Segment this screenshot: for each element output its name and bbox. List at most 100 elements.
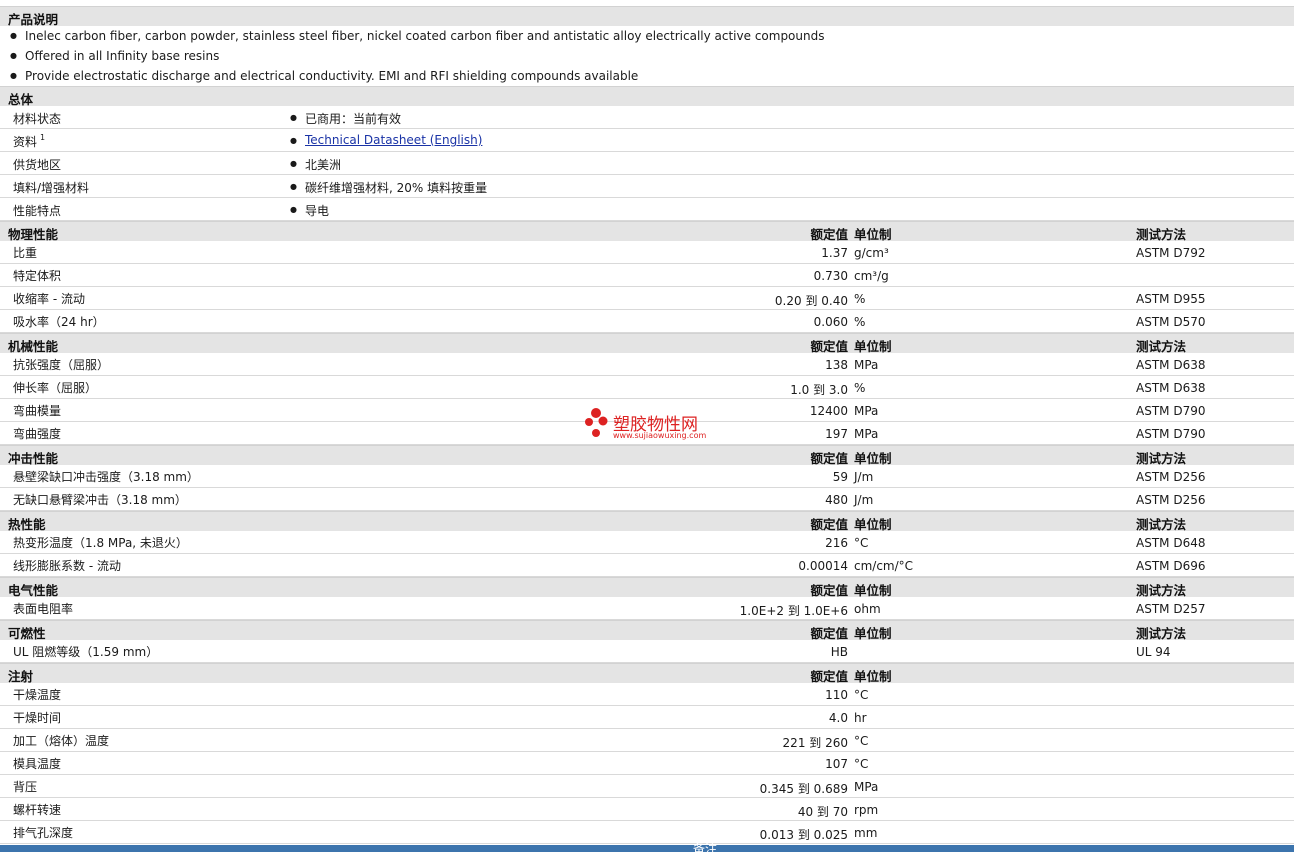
property-value: 0.060 (813, 315, 848, 329)
description-item: ● Offered in all Infinity base resins (0, 46, 1294, 66)
property-test-method: ASTM D790 (1136, 427, 1206, 441)
property-value: 0.00014 (798, 559, 848, 573)
property-test-method: ASTM D696 (1136, 559, 1206, 573)
property-unit: °C (854, 536, 869, 550)
property-label: 特定体积 (13, 269, 62, 283)
property-row: 抗张强度（屈服） 138 MPa ASTM D638 (0, 353, 1294, 376)
property-row: 背压 0.345 到 0.689 MPa (0, 775, 1294, 798)
general-row: 性能特点 ● 导电 (0, 198, 1294, 221)
footer-bar: 备注 (0, 842, 1294, 856)
property-unit: % (854, 381, 866, 395)
property-row: 热变形温度（1.8 MPa, 未退火） 216 °C ASTM D648 (0, 531, 1294, 554)
property-row: 加工（熔体）温度 221 到 260 °C (0, 729, 1294, 752)
property-value: HB (830, 645, 848, 659)
property-value: 1.0E+2 到 1.0E+6 (739, 604, 848, 618)
general-row: 供货地区 ● 北美洲 (0, 152, 1294, 175)
property-test-method: ASTM D648 (1136, 536, 1206, 550)
property-row: 线形膨胀系数 - 流动 0.00014 cm/cm/°C ASTM D696 (0, 554, 1294, 577)
property-unit: cm³/g (854, 269, 889, 283)
property-value: 0.013 到 0.025 (759, 828, 848, 842)
description-item: ● Provide electrostatic discharge and ele… (0, 66, 1294, 86)
property-label: 无缺口悬臂梁冲击（3.18 mm） (13, 493, 187, 507)
property-value: 216 (825, 536, 848, 550)
section-header: 可燃性 额定值 单位制 测试方法 (0, 620, 1294, 641)
description-text: Offered in all Infinity base resins (25, 49, 220, 63)
general-label: 资料 1 (13, 133, 45, 150)
property-unit: °C (854, 688, 869, 702)
general-label-text: 填料/增强材料 (13, 181, 90, 195)
general-list: 材料状态 ● 已商用：当前有效 资料 1 ● Technical Datasheet (En… (0, 106, 1294, 221)
property-test-method: ASTM D570 (1136, 315, 1206, 329)
property-label: 悬壁梁缺口冲击强度（3.18 mm） (13, 470, 199, 484)
property-value: 138 (825, 358, 848, 372)
property-label: 加工（熔体）温度 (13, 734, 110, 748)
property-value: 1.37 (821, 246, 848, 260)
property-unit: cm/cm/°C (854, 559, 914, 573)
property-label: 线形膨胀系数 - 流动 (13, 559, 121, 573)
bullet-icon: ● (10, 51, 17, 60)
property-unit: % (854, 292, 866, 306)
property-row: 吸水率（24 hr） 0.060% ASTM D570 (0, 310, 1294, 333)
property-test-method: ASTM D955 (1136, 292, 1206, 306)
property-label: 排气孔深度 (13, 826, 74, 840)
property-label: 抗张强度（屈服） (13, 358, 110, 372)
bullet-icon: ● (290, 182, 297, 191)
footer-label: 备注 (693, 842, 718, 856)
datasheet-link[interactable]: Technical Datasheet (English) (305, 133, 482, 147)
bullet-icon: ● (10, 71, 17, 80)
property-label: 螺杆转速 (13, 803, 62, 817)
general-label: 材料状态 (13, 110, 61, 127)
property-test-method: ASTM D256 (1136, 493, 1206, 507)
property-test-method: ASTM D792 (1136, 246, 1206, 260)
general-label: 填料/增强材料 (13, 179, 89, 196)
general-label: 供货地区 (13, 156, 61, 173)
property-unit: MPa (854, 427, 879, 441)
property-value: 480 (825, 493, 848, 507)
watermark-logo: 塑胶物性网 www.sujiaowuxing.com (583, 407, 713, 443)
general-value: 北美洲 (305, 158, 342, 172)
footnote-marker: 1 (40, 133, 46, 142)
bullet-icon: ● (290, 159, 297, 168)
property-unit: ohm (854, 602, 881, 616)
property-unit: °C (854, 734, 869, 748)
section-header-product-description: 产品说明 (0, 6, 1294, 27)
property-unit: g/cm³ (854, 246, 889, 260)
property-row: 伸长率（屈服） 1.0 到 3.0% ASTM D638 (0, 376, 1294, 399)
property-label: 收缩率 - 流动 (13, 292, 85, 306)
section-header-general: 总体 (0, 86, 1294, 107)
property-label: UL 阻燃等级（1.59 mm） (13, 645, 159, 659)
general-row: 资料 1 ● Technical Datasheet (English) (0, 129, 1294, 152)
property-row: 螺杆转速 40 到 70 rpm (0, 798, 1294, 821)
property-value: 197 (825, 427, 848, 441)
general-row: 填料/增强材料 ● 碳纤维增强材料, 20% 填料按重量 (0, 175, 1294, 198)
property-label: 热变形温度（1.8 MPa, 未退火） (13, 536, 188, 550)
general-label-text: 供货地区 (13, 158, 62, 172)
property-value: 107 (825, 757, 848, 771)
property-value: 110 (825, 688, 848, 702)
property-label: 比重 (13, 246, 38, 260)
property-label: 吸水率（24 hr） (13, 315, 105, 329)
property-row: 表面电阻率 1.0E+2 到 1.0E+6 ohm ASTM D257 (0, 597, 1294, 620)
property-row: 干燥时间 4.0 hr (0, 706, 1294, 729)
property-row: UL 阻燃等级（1.59 mm） HB UL 94 (0, 640, 1294, 663)
property-unit: MPa (854, 404, 879, 418)
watermark-url: www.sujiaowuxing.com (613, 431, 707, 440)
property-label: 伸长率（屈服） (13, 381, 98, 395)
property-value: 0.345 到 0.689 (759, 782, 848, 796)
property-test-method: ASTM D790 (1136, 404, 1206, 418)
property-test-method: UL 94 (1136, 645, 1171, 659)
property-row: 模具温度 107 °C (0, 752, 1294, 775)
general-value: 碳纤维增强材料, 20% 填料按重量 (305, 181, 488, 195)
property-label: 干燥温度 (13, 688, 62, 702)
property-value: 221 到 260 (782, 736, 848, 750)
property-row: 干燥温度 110 °C (0, 683, 1294, 706)
general-row: 材料状态 ● 已商用：当前有效 (0, 106, 1294, 129)
description-text: Inelec carbon fiber, carbon powder, stai… (25, 29, 825, 43)
general-value: 已商用：当前有效 (305, 112, 402, 126)
watermark-dots-icon (585, 408, 608, 437)
property-value: 59 (832, 470, 848, 484)
section-header: 冲击性能 额定值 单位制 测试方法 (0, 445, 1294, 466)
property-value: 1.0 到 3.0 (790, 383, 848, 397)
general-value: 导电 (305, 204, 330, 218)
property-value: 4.0 (828, 711, 848, 725)
